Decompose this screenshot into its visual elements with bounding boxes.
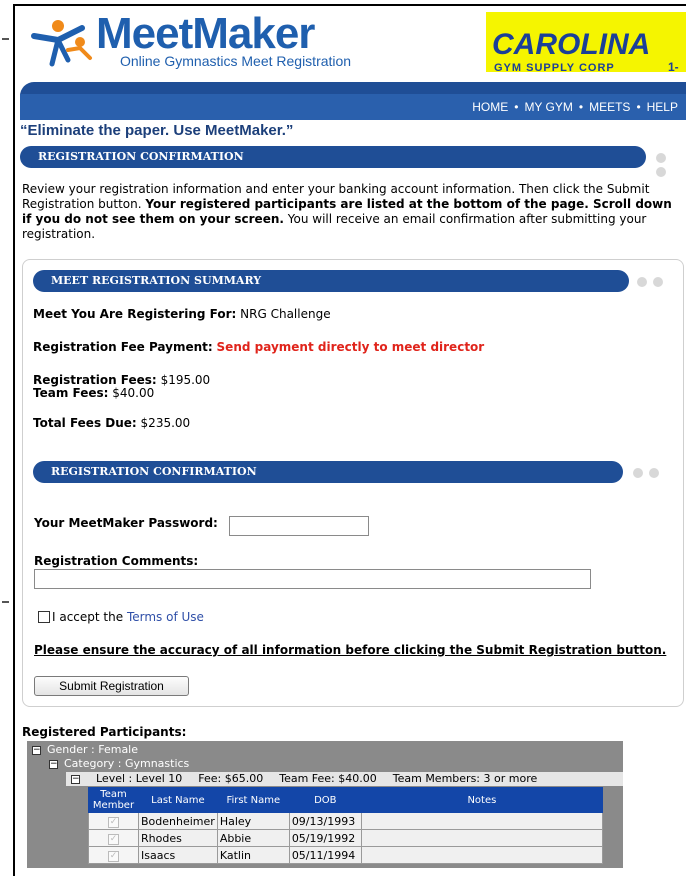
meetmaker-logo[interactable]: MeetMaker Online Gymnastics Meet Registr… [24, 10, 444, 76]
category-group-label: Category : Gymnastics [64, 757, 190, 770]
team-fees-label: Team Fees: [33, 386, 109, 400]
table-row: ✓ Isaacs Katlin 05/11/1994 [88, 846, 604, 864]
level-team-fee: Team Fee: $40.00 [279, 772, 377, 785]
dob-cell: 05/19/1992 [288, 829, 362, 847]
team-member-checkbox: ✓ [108, 851, 119, 862]
level-team-members: Team Members: 3 or more [392, 772, 538, 785]
total-value: $235.00 [140, 416, 191, 430]
nav-meets[interactable]: MEETS [589, 100, 630, 114]
comments-input[interactable] [34, 569, 591, 589]
accept-terms-checkbox[interactable] [38, 611, 50, 623]
total-label: Total Fees Due: [33, 416, 137, 430]
nav-help[interactable]: HELP [647, 100, 678, 114]
terms-of-use-link[interactable]: Terms of Use [127, 610, 204, 624]
col-dob[interactable]: DOB [288, 787, 362, 813]
registration-panel [22, 259, 684, 707]
registration-fees-field: Registration Fees: $195.00 [33, 373, 210, 387]
dob-cell: 05/11/1994 [288, 846, 362, 864]
table-row: ✓ Bodenheimer Haley 09/13/1993 [88, 812, 604, 830]
comments-label: Registration Comments: [34, 554, 198, 568]
nav-separator: • [578, 100, 584, 114]
last-name-cell: Bodenheimer [138, 812, 218, 830]
top-nav: HOME • MY GYM • MEETS • HELP [472, 100, 678, 114]
level-group-row: − Level : Level 10 Fee: $65.00 Team Fee: $4… [66, 772, 623, 786]
ad-subtitle: GYM SUPPLY CORP [494, 62, 615, 72]
collapse-gender-toggle[interactable]: − [32, 745, 41, 755]
collapse-category-toggle[interactable]: − [49, 759, 58, 769]
intro-text: Review your registration information and… [22, 182, 682, 242]
gender-group-row: − Gender : Female [32, 743, 138, 756]
table-row: ✓ Rhodes Abbie 05/19/1992 [88, 829, 604, 847]
meet-label: Meet You Are Registering For: [33, 307, 237, 321]
registered-participants-title: Registered Participants: [22, 725, 187, 739]
first-name-cell: Haley [216, 812, 290, 830]
bar-dots [637, 276, 669, 287]
total-fees-field: Total Fees Due: $235.00 [33, 416, 190, 430]
last-name-cell: Isaacs [138, 846, 218, 864]
notes-cell [360, 846, 604, 864]
nav-separator: • [514, 100, 519, 114]
submit-registration-button[interactable]: Submit Registration [34, 676, 189, 696]
col-first-name[interactable]: First Name [216, 787, 290, 813]
notes-cell [360, 829, 604, 847]
level-fee: Fee: $65.00 [198, 772, 264, 785]
payment-label: Registration Fee Payment: [33, 340, 213, 354]
nav-separator: • [636, 100, 641, 114]
ad-number: 1- [668, 60, 679, 72]
reg-fees-value: $195.00 [160, 373, 211, 387]
password-label-text: Your MeetMaker Password: [34, 516, 218, 530]
comments-label-text: Registration Comments: [34, 554, 199, 568]
category-group-row: − Category : Gymnastics [49, 757, 189, 770]
registration-confirmation-header: REGISTRATION CONFIRMATION [20, 146, 646, 168]
accuracy-warning: Please ensure the accuracy of all inform… [34, 643, 667, 657]
first-name-cell: Abbie [216, 829, 290, 847]
nav-my-gym[interactable]: MY GYM [524, 100, 572, 114]
bar-dots [656, 152, 686, 177]
payment-value: Send payment directly to meet director [216, 340, 485, 354]
first-name-cell: Katlin [216, 846, 290, 864]
tagline: “Eliminate the paper. Use MeetMaker.” [20, 122, 294, 139]
ad-brand: CAROLINA [492, 28, 651, 61]
meet-value: NRG Challenge [240, 307, 331, 321]
team-member-checkbox: ✓ [108, 834, 119, 845]
team-fees-field: Team Fees: $40.00 [33, 386, 154, 400]
carolina-ad-banner[interactable]: CAROLINA GYM SUPPLY CORP 1- [486, 12, 686, 72]
dob-cell: 09/13/1993 [288, 812, 362, 830]
last-name-cell: Rhodes [138, 829, 218, 847]
password-input[interactable] [229, 516, 369, 536]
level-label: Level : Level 10 [96, 772, 183, 785]
edge-mark [2, 38, 9, 40]
team-member-checkbox: ✓ [108, 817, 119, 828]
logo-subtitle: Online Gymnastics Meet Registration [120, 53, 352, 69]
gymnast-logo-icon [31, 20, 92, 67]
nav-home[interactable]: HOME [472, 100, 508, 114]
team-fees-value: $40.00 [112, 386, 155, 400]
reg-fees-label: Registration Fees: [33, 373, 157, 387]
meet-field: Meet You Are Registering For: NRG Challe… [33, 307, 331, 321]
payment-field: Registration Fee Payment: Send payment d… [33, 340, 484, 354]
notes-cell [360, 812, 604, 830]
col-notes[interactable]: Notes [360, 787, 604, 813]
participants-table: Team Member Last Name First Name DOB Not… [88, 787, 604, 864]
edge-mark [2, 601, 9, 603]
collapse-level-toggle[interactable]: − [71, 774, 80, 784]
col-last-name[interactable]: Last Name [138, 787, 218, 813]
password-label: Your MeetMaker Password: [34, 516, 218, 530]
registration-confirmation-section-header: REGISTRATION CONFIRMATION [33, 461, 623, 483]
meet-registration-summary-header: MEET REGISTRATION SUMMARY [33, 270, 629, 292]
table-header-row: Team Member Last Name First Name DOB Not… [88, 787, 604, 813]
accept-terms-label: I accept the Terms of Use [52, 610, 204, 624]
accept-prefix: I accept the [52, 610, 124, 624]
col-team-member[interactable]: Team Member [88, 787, 139, 813]
gender-group-label: Gender : Female [47, 743, 139, 756]
bar-dots [633, 467, 665, 478]
logo-title: MeetMaker [96, 9, 315, 58]
